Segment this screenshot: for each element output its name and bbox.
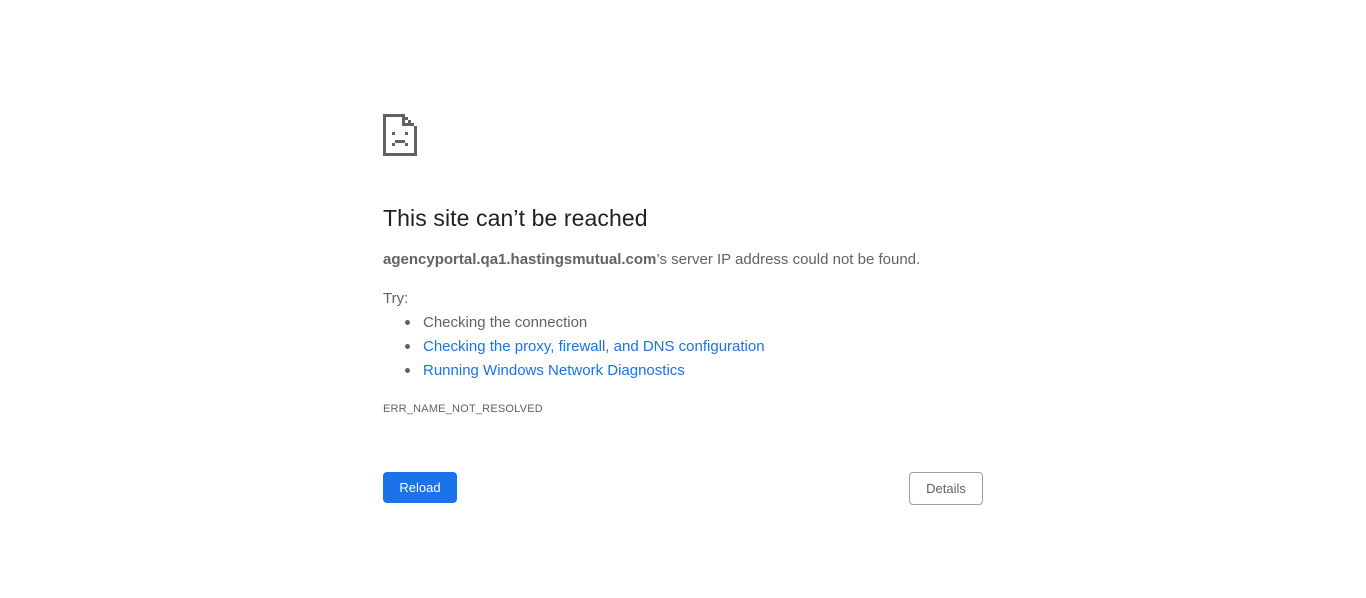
page-title: This site can’t be reached <box>383 205 648 231</box>
suggestion-text: Checking the connection <box>423 314 588 331</box>
host-name: agencyportal.qa1.hastingsmutual.com <box>383 251 657 268</box>
reload-button[interactable]: Reload <box>383 472 457 503</box>
details-button[interactable]: Details <box>909 472 983 505</box>
error-code: ERR_NAME_NOT_RESOLVED <box>383 403 543 415</box>
try-label: Try: <box>383 290 409 307</box>
network-diagnostics-link[interactable]: Running Windows Network Diagnostics <box>423 362 685 379</box>
suggestion-network-diagnostics: Running Windows Network Diagnostics <box>405 362 765 386</box>
error-message: ’s server IP address could not be found. <box>656 251 921 268</box>
proxy-firewall-dns-link[interactable]: Checking the proxy, firewall, and DNS co… <box>423 338 765 355</box>
suggestion-check-proxy: Checking the proxy, firewall, and DNS co… <box>405 338 765 362</box>
error-page: This site can’t be reached agencyportal.… <box>0 0 1366 598</box>
main-content: This site can’t be reached agencyportal.… <box>383 114 983 415</box>
sad-page-icon <box>383 114 417 156</box>
suggestion-check-connection: Checking the connection <box>405 314 765 338</box>
error-summary: agencyportal.qa1.hastingsmutual.com’s se… <box>383 251 920 268</box>
suggestions-list: Checking the connection Checking the pro… <box>383 314 765 386</box>
